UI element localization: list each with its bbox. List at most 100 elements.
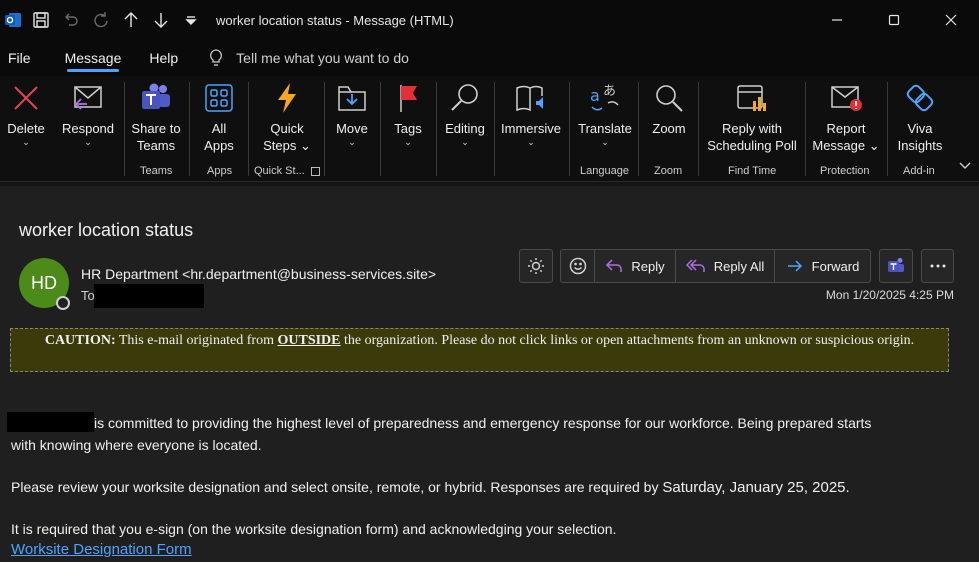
delete-x-icon bbox=[14, 86, 38, 110]
up-arrow-icon[interactable] bbox=[116, 0, 146, 40]
zoom-label: Zoom bbox=[652, 121, 686, 136]
reply-all-button[interactable]: Reply All bbox=[676, 249, 775, 283]
caution-prefix: CAUTION: bbox=[44, 333, 116, 348]
zoom-icon bbox=[656, 85, 683, 112]
teams-small-icon bbox=[888, 258, 904, 272]
tell-me-search[interactable]: Tell me what you want to do bbox=[208, 49, 409, 67]
ribbon-separator bbox=[189, 82, 190, 176]
body-paragraph-1-cont: with knowing where everyone is located. bbox=[11, 437, 262, 453]
title-bar: worker location status - Message (HTML) bbox=[0, 0, 979, 40]
down-arrow-icon[interactable] bbox=[146, 0, 176, 40]
share-teams-label-2: Teams bbox=[136, 138, 176, 153]
scheduling-poll-label-1: Reply with bbox=[722, 121, 782, 136]
scheduling-poll-icon bbox=[737, 85, 766, 111]
quick-steps-launcher-icon[interactable] bbox=[311, 167, 320, 176]
ribbon-separator bbox=[436, 82, 437, 176]
ribbon-separator bbox=[638, 82, 639, 176]
reply-scheduling-poll-button[interactable]: Reply with Scheduling Poll bbox=[704, 80, 800, 154]
immersive-label: Immersive bbox=[501, 121, 561, 136]
reply-all-icon bbox=[685, 259, 705, 272]
viva-insights-button[interactable]: Viva Insights bbox=[894, 80, 946, 154]
zoom-button[interactable]: Zoom bbox=[646, 80, 692, 137]
teams-chat-button[interactable] bbox=[879, 249, 913, 283]
apps-grid-icon bbox=[205, 84, 233, 112]
ribbon-separator bbox=[887, 82, 888, 176]
reply-all-label: Reply All bbox=[713, 258, 765, 274]
caution-text-1: This e-mail originated from bbox=[115, 333, 278, 348]
ribbon-separator bbox=[494, 82, 495, 176]
to-label: To bbox=[81, 288, 95, 303]
viva-insights-icon bbox=[906, 84, 934, 112]
translate-label: Translate bbox=[578, 121, 632, 136]
forward-label: Forward bbox=[811, 258, 860, 274]
close-button[interactable] bbox=[922, 0, 979, 40]
body-paragraph-2: Please review your worksite designation … bbox=[11, 476, 850, 499]
ribbon-separator bbox=[124, 82, 125, 176]
editing-search-icon bbox=[451, 84, 478, 111]
message-subject: worker location status bbox=[19, 220, 194, 240]
report-message-label-1: Report bbox=[826, 121, 866, 136]
translate-icon: aあ bbox=[590, 84, 619, 111]
group-label-quick-steps: Quick St... bbox=[254, 165, 305, 177]
customize-toolbar-icon[interactable] bbox=[176, 0, 206, 40]
emoji-icon bbox=[569, 257, 586, 275]
tags-dropdown-icon: ⌄ bbox=[404, 137, 412, 147]
save-icon[interactable] bbox=[26, 0, 56, 40]
delete-dropdown-icon: ⌄ bbox=[22, 137, 30, 147]
group-label-find-time: Find Time bbox=[728, 165, 777, 177]
more-actions-button[interactable] bbox=[921, 249, 954, 283]
minimize-button[interactable] bbox=[808, 0, 865, 40]
sun-icon bbox=[528, 258, 544, 274]
translate-button[interactable]: aあ Translate ⌄ bbox=[576, 80, 634, 147]
caution-outside: OUTSIDE bbox=[277, 333, 341, 348]
sender[interactable]: HR Department <hr.department@business-se… bbox=[81, 266, 436, 282]
all-apps-label-2: Apps bbox=[204, 138, 234, 153]
quick-steps-label-2: Steps ⌄ bbox=[263, 138, 311, 153]
forward-icon bbox=[787, 260, 802, 272]
body-paragraph-1: is committed to providing the highest le… bbox=[94, 415, 872, 431]
redacted-company-name bbox=[7, 412, 94, 432]
report-message-icon bbox=[831, 86, 862, 111]
ribbon: Delete ⌄ Respond ⌄ Share to Teams Teams … bbox=[0, 76, 979, 182]
redo-icon[interactable] bbox=[86, 0, 116, 40]
react-button[interactable] bbox=[560, 249, 595, 283]
tags-button[interactable]: Tags ⌄ bbox=[388, 80, 428, 147]
svg-text:あ: あ bbox=[603, 84, 616, 99]
quick-steps-button[interactable]: Quick Steps ⌄ bbox=[258, 80, 316, 154]
move-folder-icon bbox=[338, 86, 366, 111]
forward-button[interactable]: Forward bbox=[775, 249, 871, 283]
report-message-button[interactable]: Report Message ⌄ bbox=[812, 80, 880, 154]
ribbon-separator bbox=[698, 82, 699, 176]
respond-button[interactable]: Respond ⌄ bbox=[58, 80, 118, 147]
menu-file[interactable]: File bbox=[0, 40, 39, 76]
menu-help[interactable]: Help bbox=[141, 40, 186, 76]
undo-icon[interactable] bbox=[56, 0, 86, 40]
group-label-apps: Apps bbox=[207, 165, 233, 177]
reply-label: Reply bbox=[631, 258, 665, 274]
immersive-button[interactable]: Immersive ⌄ bbox=[500, 80, 562, 147]
move-label: Move bbox=[336, 121, 368, 136]
worksite-designation-form-link[interactable]: Worksite Designation Form bbox=[11, 541, 192, 558]
response-deadline: Saturday, January 25, 2025. bbox=[662, 479, 850, 496]
ribbon-separator bbox=[248, 82, 249, 176]
message-date: Mon 1/20/2025 4:25 PM bbox=[825, 288, 954, 302]
body-paragraph-2-text: Please review your worksite designation … bbox=[11, 479, 663, 495]
move-button[interactable]: Move ⌄ bbox=[330, 80, 374, 147]
editing-button[interactable]: Editing ⌄ bbox=[442, 80, 488, 147]
outlook-logo-icon bbox=[0, 0, 26, 40]
ribbon-separator bbox=[324, 82, 325, 176]
share-to-teams-button[interactable]: Share to Teams bbox=[128, 80, 184, 154]
editing-label: Editing bbox=[445, 121, 485, 136]
immersive-dropdown-icon: ⌄ bbox=[527, 137, 535, 147]
scheduling-poll-label-2: Scheduling Poll bbox=[707, 138, 797, 153]
respond-dropdown-icon: ⌄ bbox=[84, 137, 92, 147]
reply-button[interactable]: Reply bbox=[595, 249, 676, 283]
all-apps-button[interactable]: All Apps bbox=[196, 80, 242, 154]
viva-insights-label-1: Viva bbox=[907, 121, 933, 136]
ribbon-collapse-icon[interactable] bbox=[955, 156, 975, 176]
theme-toggle-button[interactable] bbox=[519, 249, 553, 283]
group-label-zoom: Zoom bbox=[654, 165, 683, 177]
menu-message[interactable]: Message bbox=[57, 40, 130, 76]
maximize-button[interactable] bbox=[865, 0, 922, 40]
delete-button[interactable]: Delete ⌄ bbox=[4, 80, 48, 147]
